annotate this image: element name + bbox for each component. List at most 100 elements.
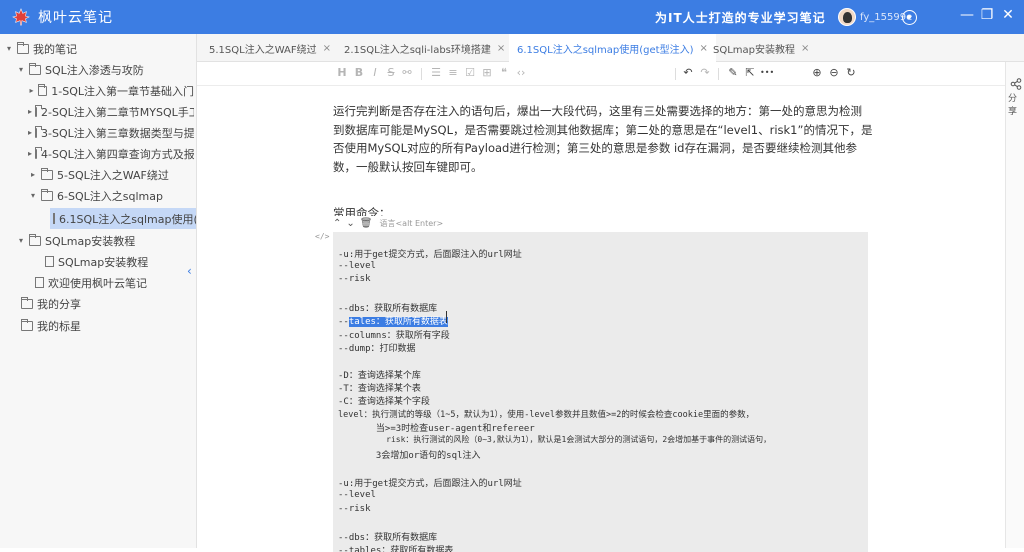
share-label[interactable]: 分享 [1008, 91, 1024, 117]
tab-sqlmap-install[interactable]: SQLmap安装教程 × [713, 34, 809, 62]
sidebar-item-label: 6.1SQL注入之sqlmap使用(get [59, 212, 196, 226]
more-icon[interactable]: ••• [760, 68, 774, 77]
sidebar-item-sqlmap-tutorial-folder[interactable]: ▾ SQLmap安装教程 [16, 230, 194, 251]
sidebar-item-chapter-6[interactable]: ▾ 6-SQL注入之sqlmap [28, 185, 194, 206]
move-down-icon[interactable]: ⌄ [346, 218, 354, 229]
quote-icon[interactable]: ❝ [497, 66, 511, 79]
chevron-right-icon[interactable]: ▸ [28, 107, 32, 116]
chevron-down-icon[interactable]: ▾ [16, 236, 26, 245]
sidebar-item-welcome[interactable]: 欢迎使用枫叶云笔记 [32, 272, 194, 293]
sidebar-item-my-shares[interactable]: 我的分享 [18, 293, 194, 314]
share-icon[interactable] [1010, 78, 1022, 90]
chevron-down-icon[interactable]: ▾ [28, 191, 38, 200]
table-icon[interactable]: ⊞ [480, 66, 494, 79]
sidebar-item-sqlmap-tutorial-note[interactable]: SQLmap安装教程 [42, 251, 194, 272]
refresh-icon[interactable]: ↻ [844, 66, 858, 79]
zoom-in-icon[interactable]: ⊕ [810, 66, 824, 79]
sidebar-item-chapter-2[interactable]: ▸ 2-SQL注入第二章节MYSQL手工注 [28, 101, 194, 122]
code-icon[interactable]: ‹› [514, 66, 528, 79]
app-name: 枫叶云笔记 [38, 10, 113, 26]
collapse-sidebar-icon[interactable]: ‹ [187, 264, 192, 278]
folder-icon [38, 83, 48, 96]
sidebar-item-chapter-5[interactable]: ▸ 5-SQL注入之WAF绕过 [28, 164, 194, 185]
sidebar-item-sql-injection[interactable]: ▾ SQL注入渗透与攻防 [16, 59, 194, 80]
chevron-right-icon[interactable]: ▸ [28, 86, 35, 95]
code-line: -u:用于get提交方式，后面跟注入的url网址 [338, 250, 522, 260]
folder-icon [35, 146, 43, 159]
export-icon[interactable]: ⇱ [743, 66, 757, 79]
redo-icon[interactable]: ↷ [698, 66, 712, 79]
code-line: --dbs：获取所有数据库 [338, 304, 438, 314]
task-list-icon[interactable]: ☑ [463, 66, 477, 79]
sidebar-item-label: 5-SQL注入之WAF绕过 [57, 168, 169, 182]
close-button[interactable]: ✕ [998, 6, 1018, 26]
sidebar-item-chapter-3[interactable]: ▸ 3-SQL注入第三章数据类型与提交 [28, 122, 194, 143]
sidebar-item-label: 4-SQL注入第四章查询方式及报错 [41, 147, 194, 161]
bold-button[interactable]: B [352, 66, 366, 79]
sidebar-item-my-stars[interactable]: 我的标星 [18, 315, 194, 336]
right-share-panel: 分享 [1005, 62, 1024, 548]
sidebar-item-label: SQLmap安装教程 [45, 234, 136, 248]
sidebar-item-label: 2-SQL注入第二章节MYSQL手工注 [41, 105, 194, 119]
sidebar-item-chapter-1[interactable]: ▸ 1-SQL注入第一章节基础入门 [28, 80, 194, 101]
edit-icon[interactable]: ✎ [726, 66, 740, 79]
text-cursor [446, 311, 454, 323]
document-icon [35, 277, 44, 288]
bullet-list-icon[interactable]: ☰ [429, 66, 443, 79]
code-line: --dump：打印数据 [338, 344, 416, 354]
delete-icon[interactable]: 🗑 [360, 218, 373, 229]
sidebar-item-label: 1-SQL注入第一章节基础入门 [51, 84, 194, 98]
code-line: -D：查询选择某个库 [338, 371, 421, 381]
numbered-list-icon[interactable]: ≡ [446, 66, 460, 79]
maple-leaf-icon [12, 8, 30, 26]
code-block[interactable]: -u:用于get提交方式，后面跟注入的url网址 --level --risk … [333, 232, 868, 552]
minimize-button[interactable]: — [957, 6, 977, 26]
folder-icon [35, 125, 43, 138]
chevron-down-icon[interactable]: ▾ [16, 65, 26, 74]
close-tab-icon[interactable]: × [497, 43, 505, 54]
code-block-icon: </> [315, 232, 330, 241]
folder-icon [41, 167, 53, 180]
sidebar-item-chapter-4[interactable]: ▸ 4-SQL注入第四章查询方式及报错 [28, 143, 194, 164]
sidebar-item-label: 3-SQL注入第三章数据类型与提交 [41, 126, 194, 140]
title-bar: 枫叶云笔记 为IT人士打造的专业学习笔记 fy_15599e — ❐ ✕ [0, 0, 1024, 34]
close-tab-icon[interactable]: × [801, 43, 809, 54]
tab-label: 5.1SQL注入之WAF绕过 [209, 44, 317, 56]
language-selector[interactable]: 语言<alt Enter> [379, 218, 443, 229]
folder-icon [41, 188, 53, 201]
tab-bar: 5.1SQL注入之WAF绕过 × 2.1SQL注入之sqli-labs环境搭建 … [197, 34, 1024, 62]
italic-button[interactable]: I [368, 66, 382, 79]
code-line-highlighted: --tales：获取所有数据表 [338, 314, 448, 327]
code-line: level：执行测试的等级（1~5，默认为1），使用-level参数并且数值>=… [338, 410, 755, 420]
code-line: 当>=3时检查user-agent和refereer [338, 424, 535, 434]
code-block-toolbar: ⌃ ⌄ 🗑 语言<alt Enter> [333, 216, 478, 231]
avatar[interactable] [838, 8, 856, 26]
undo-icon[interactable]: ↶ [681, 66, 695, 79]
text-selection: tales：获取所有数据表 [348, 317, 448, 327]
zoom-out-icon[interactable]: ⊖ [827, 66, 841, 79]
chevron-right-icon[interactable]: ▸ [28, 170, 38, 179]
code-line: -u:用于get提交方式，后面跟注入的url网址 [338, 479, 522, 489]
strikethrough-button[interactable]: S [384, 66, 398, 79]
settings-icon[interactable] [902, 10, 917, 25]
tab-sqli-labs[interactable]: 2.1SQL注入之sqli-labs环境搭建 × [344, 34, 505, 62]
move-up-icon[interactable]: ⌃ [333, 218, 341, 229]
tab-sqlmap-get[interactable]: 6.1SQL注入之sqlmap使用(get型注入) × [509, 34, 716, 62]
chevron-right-icon[interactable]: ▸ [28, 149, 32, 158]
sidebar-item-label: 我的笔记 [33, 42, 77, 56]
chevron-right-icon[interactable]: ▸ [28, 128, 32, 137]
note-paragraph[interactable]: 运行完判断是否存在注入的语句后，爆出一大段代码，这里有三处需要选择的地方：第一处… [333, 102, 873, 176]
restore-button[interactable]: ❐ [977, 6, 997, 26]
chevron-down-icon[interactable]: ▾ [4, 44, 14, 53]
sidebar-item-label: SQLmap安装教程 [58, 255, 149, 269]
heading-button[interactable]: H [335, 66, 349, 79]
close-tab-icon[interactable]: × [699, 43, 707, 54]
code-line: --level [338, 490, 376, 500]
close-tab-icon[interactable]: × [323, 43, 331, 54]
app-logo: 枫叶云笔记 [0, 7, 113, 27]
sidebar-item-my-notes[interactable]: ▾ 我的笔记 [4, 38, 194, 59]
link-icon[interactable]: ⚯ [400, 66, 414, 79]
sidebar-item-current-note[interactable]: 6.1SQL注入之sqlmap使用(get [50, 208, 196, 229]
document-icon [45, 256, 54, 267]
tab-waf-bypass[interactable]: 5.1SQL注入之WAF绕过 × [209, 34, 331, 62]
